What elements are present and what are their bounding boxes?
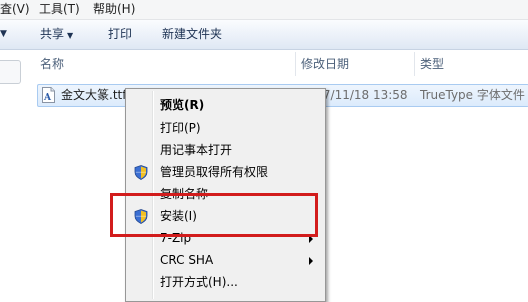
menu-item-crc-sha[interactable]: CRC SHA: [128, 250, 323, 271]
menu-item-print[interactable]: 打印(P): [128, 118, 323, 139]
menu-item-label: CRC SHA: [160, 253, 214, 267]
menu-item-label: 用记事本打开: [160, 143, 233, 157]
menu-item-label: 打开方式(H)...: [160, 275, 238, 289]
menu-item-preview[interactable]: 预览(R): [128, 95, 323, 116]
column-divider[interactable]: [295, 52, 296, 76]
menu-item-label: 打印(P): [160, 121, 201, 135]
share-label: 共享: [40, 27, 65, 41]
column-header-type[interactable]: 类型: [420, 50, 444, 78]
menu-view[interactable]: 査(V): [0, 1, 30, 17]
menu-item-take-ownership[interactable]: 管理员取得所有权限: [128, 162, 323, 183]
navigation-pane: [0, 50, 22, 298]
annotation-highlight-box: [110, 193, 318, 237]
submenu-arrow-icon: [309, 257, 313, 265]
share-button[interactable]: 共享 ▼: [40, 20, 73, 49]
menu-item-open-with[interactable]: 打开方式(H)...: [128, 272, 323, 293]
chevron-down-icon: ▼: [67, 31, 74, 40]
navigation-item[interactable]: [0, 60, 21, 84]
new-folder-button[interactable]: 新建文件夹: [162, 20, 222, 49]
menu-item-label: 管理员取得所有权限: [160, 165, 269, 179]
file-name: 金文大篆.ttf: [61, 88, 127, 102]
uac-shield-icon: [134, 165, 148, 180]
menu-item-open-notepad[interactable]: 用记事本打开: [128, 140, 323, 161]
column-header-modified[interactable]: 修改日期: [301, 50, 349, 78]
column-divider[interactable]: [414, 52, 415, 76]
menu-item-label: 预览(R): [160, 98, 205, 112]
menu-help[interactable]: 帮助(H): [93, 1, 135, 17]
print-button[interactable]: 打印: [108, 20, 132, 49]
font-file-icon: A: [42, 87, 55, 103]
command-bar: ▼ 共享 ▼ 打印 新建文件夹: [0, 20, 528, 50]
file-type: TrueType 字体文件: [420, 88, 525, 102]
menu-tools[interactable]: 工具(T): [39, 1, 80, 17]
menu-bar: 査(V) 工具(T) 帮助(H): [0, 0, 528, 20]
column-header-name[interactable]: 名称: [40, 50, 64, 78]
toolbar-overflow-caret-icon[interactable]: ▼: [0, 20, 7, 49]
svg-text:A: A: [43, 93, 52, 103]
